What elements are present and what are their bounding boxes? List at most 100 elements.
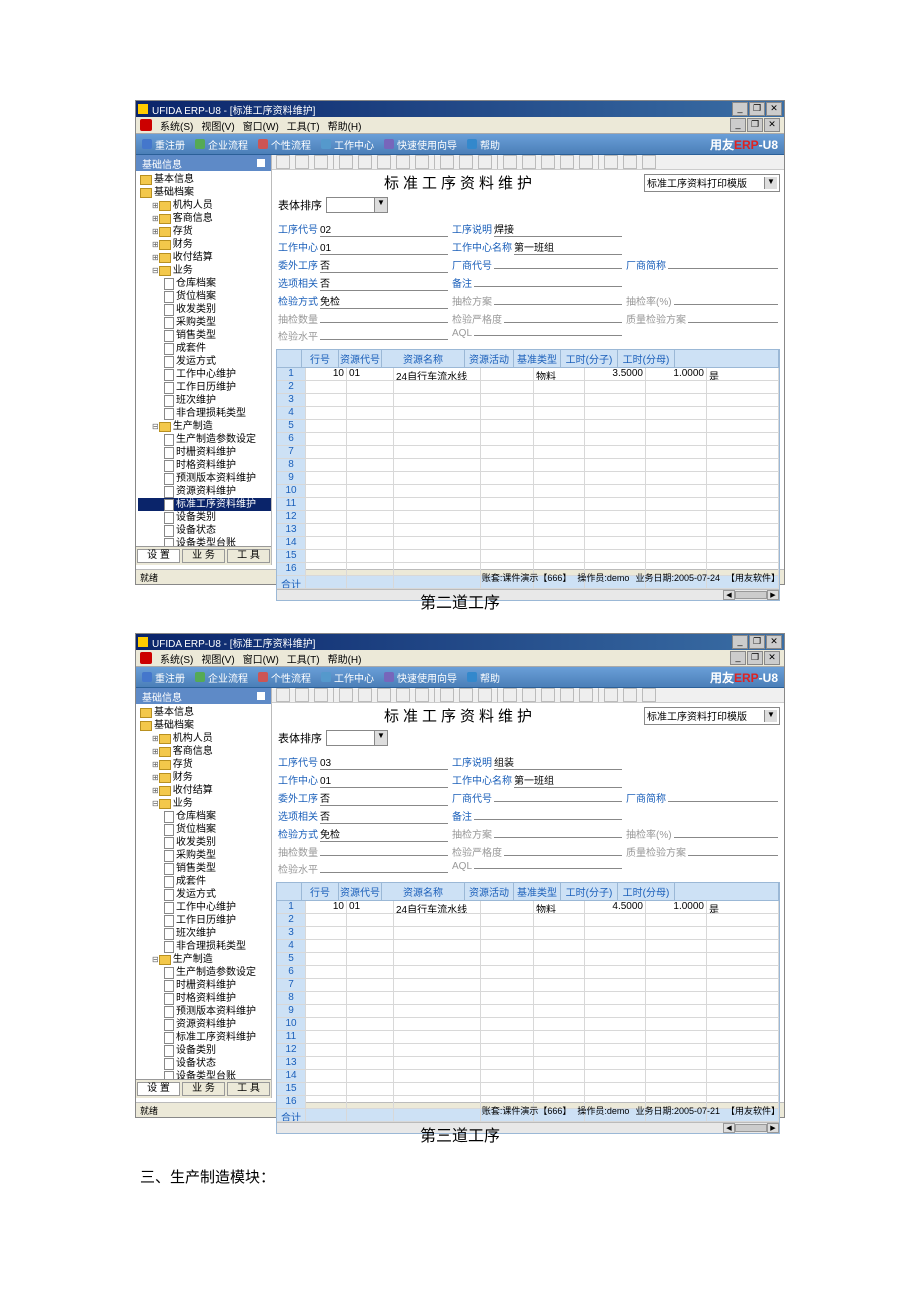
grid-header-cell[interactable]: 工时(分子) bbox=[561, 350, 618, 368]
tree-node[interactable]: 资源资料维护 bbox=[138, 1018, 271, 1031]
field-input[interactable]: 第一班组 bbox=[514, 772, 622, 788]
menu-window[interactable]: 窗口(W) bbox=[243, 651, 279, 666]
grid-header-cell[interactable]: 资源代号 bbox=[339, 883, 382, 901]
tree-node[interactable]: 发运方式 bbox=[138, 888, 271, 901]
tree-node[interactable]: 时格资料维护 bbox=[138, 992, 271, 1005]
tree-node[interactable]: 工作中心维护 bbox=[138, 368, 271, 381]
toolbar-button[interactable] bbox=[440, 688, 454, 702]
table-row[interactable]: 6 bbox=[277, 433, 779, 446]
grid-header-cell[interactable] bbox=[675, 350, 779, 368]
table-row[interactable]: 1100124自行车流水线物料3.50001.0000是 bbox=[277, 368, 779, 381]
field-input[interactable] bbox=[320, 322, 448, 323]
toolbar-button[interactable] bbox=[579, 688, 593, 702]
minimize-button[interactable]: _ bbox=[732, 102, 748, 116]
menu-help[interactable]: 帮助(H) bbox=[328, 651, 362, 666]
tree-node[interactable]: 非合理损耗类型 bbox=[138, 940, 271, 953]
tree-node[interactable]: 标准工序资料维护 bbox=[138, 498, 271, 511]
table-row[interactable]: 2 bbox=[277, 381, 779, 394]
toolbar-button[interactable] bbox=[459, 155, 473, 169]
maximize-button[interactable]: ❐ bbox=[749, 102, 765, 116]
quick-wizard-button[interactable]: 快速使用向导 bbox=[384, 137, 457, 152]
grid-header-cell[interactable]: 资源代号 bbox=[339, 350, 382, 368]
tree-node[interactable]: 工作日历维护 bbox=[138, 381, 271, 394]
tree-node[interactable]: 预测版本资料维护 bbox=[138, 1005, 271, 1018]
reregister-button[interactable]: 重注册 bbox=[142, 670, 185, 685]
help-button[interactable]: 帮助 bbox=[467, 670, 500, 685]
toolbar-button[interactable] bbox=[604, 155, 618, 169]
grid-header-cell[interactable]: 基准类型 bbox=[514, 350, 561, 368]
field-input[interactable] bbox=[674, 837, 778, 838]
field-input[interactable] bbox=[320, 855, 448, 856]
sort-dropdown[interactable]: ▼ bbox=[326, 197, 388, 213]
grid-header-cell[interactable]: 行号 bbox=[302, 883, 339, 901]
field-input[interactable] bbox=[674, 304, 778, 305]
field-input[interactable] bbox=[504, 855, 622, 856]
grid-header-cell[interactable]: 工时(分母) bbox=[618, 350, 675, 368]
tree-node[interactable]: 成套件 bbox=[138, 875, 271, 888]
print-template-dropdown[interactable]: 标准工序资料打印模版▼ bbox=[644, 174, 780, 192]
sidebar-tab-business[interactable]: 业 务 bbox=[182, 549, 225, 563]
field-input[interactable] bbox=[494, 268, 622, 269]
table-row[interactable]: 11 bbox=[277, 1031, 779, 1044]
enterprise-process-button[interactable]: 企业流程 bbox=[195, 670, 248, 685]
inner-minimize-button[interactable]: _ bbox=[730, 118, 746, 132]
field-input[interactable]: 否 bbox=[320, 808, 448, 824]
field-input[interactable]: 焊接 bbox=[494, 221, 622, 237]
field-input[interactable]: 免检 bbox=[320, 293, 448, 309]
toolbar-button[interactable] bbox=[522, 688, 536, 702]
toolbar-button[interactable] bbox=[295, 155, 309, 169]
toolbar-button[interactable] bbox=[415, 155, 429, 169]
table-row[interactable]: 7 bbox=[277, 446, 779, 459]
field-input[interactable]: 否 bbox=[320, 790, 448, 806]
inner-close-button[interactable]: ✕ bbox=[764, 651, 780, 665]
table-row[interactable]: 12 bbox=[277, 511, 779, 524]
tree-node[interactable]: 班次维护 bbox=[138, 927, 271, 940]
field-input[interactable] bbox=[474, 868, 622, 869]
tree-node[interactable]: 设备类型台账 bbox=[138, 1070, 271, 1079]
field-input[interactable] bbox=[320, 339, 448, 340]
grid-header-cell[interactable]: 资源名称 bbox=[382, 883, 465, 901]
toolbar-button[interactable] bbox=[339, 688, 353, 702]
table-row[interactable]: 8 bbox=[277, 459, 779, 472]
toolbar-button[interactable] bbox=[314, 155, 328, 169]
tree-node[interactable]: 仓库档案 bbox=[138, 810, 271, 823]
tree-node[interactable]: ⊞ 客商信息 bbox=[138, 212, 271, 225]
menu-system[interactable]: 系统(S) bbox=[160, 651, 193, 666]
toolbar-button[interactable] bbox=[560, 688, 574, 702]
tree-node[interactable]: 班次维护 bbox=[138, 394, 271, 407]
tree-node[interactable]: ⊞ 存货 bbox=[138, 225, 271, 238]
toolbar-button[interactable] bbox=[503, 155, 517, 169]
close-button[interactable]: ✕ bbox=[766, 102, 782, 116]
table-row[interactable]: 14 bbox=[277, 537, 779, 550]
tree-node[interactable]: ⊞ 机构人员 bbox=[138, 732, 271, 745]
data-grid[interactable]: 行号资源代号资源名称资源活动基准类型工时(分子)工时(分母) 1100124自行… bbox=[276, 349, 780, 601]
tree-node[interactable]: 成套件 bbox=[138, 342, 271, 355]
enterprise-process-button[interactable]: 企业流程 bbox=[195, 137, 248, 152]
tree-node[interactable]: 基本信息 bbox=[138, 706, 271, 719]
field-input[interactable]: 第一班组 bbox=[514, 239, 622, 255]
field-input[interactable]: 01 bbox=[320, 243, 448, 255]
grid-header-cell[interactable]: 资源活动 bbox=[465, 883, 514, 901]
field-input[interactable]: 免检 bbox=[320, 826, 448, 842]
personal-process-button[interactable]: 个性流程 bbox=[258, 137, 311, 152]
sidebar-tab-tools[interactable]: 工 具 bbox=[227, 1082, 270, 1096]
tree-node[interactable]: 预测版本资料维护 bbox=[138, 472, 271, 485]
horizontal-scrollbar[interactable]: ◀▶ bbox=[277, 1122, 779, 1133]
toolbar-button[interactable] bbox=[623, 688, 637, 702]
menu-system[interactable]: 系统(S) bbox=[160, 118, 193, 133]
toolbar-button[interactable] bbox=[358, 688, 372, 702]
tree-node[interactable]: 设备类型台账 bbox=[138, 537, 271, 546]
tree-node[interactable]: ⊟ 生产制造 bbox=[138, 953, 271, 966]
tree-node[interactable]: ⊞ 收付结算 bbox=[138, 251, 271, 264]
table-row[interactable]: 4 bbox=[277, 407, 779, 420]
personal-process-button[interactable]: 个性流程 bbox=[258, 670, 311, 685]
field-input[interactable] bbox=[474, 335, 622, 336]
toolbar-button[interactable] bbox=[503, 688, 517, 702]
toolbar-button[interactable] bbox=[377, 155, 391, 169]
table-row[interactable]: 8 bbox=[277, 992, 779, 1005]
print-template-dropdown[interactable]: 标准工序资料打印模版▼ bbox=[644, 707, 780, 725]
inner-close-button[interactable]: ✕ bbox=[764, 118, 780, 132]
table-row[interactable]: 10 bbox=[277, 1018, 779, 1031]
workcenter-button[interactable]: 工作中心 bbox=[321, 670, 374, 685]
toolbar-button[interactable] bbox=[541, 688, 555, 702]
